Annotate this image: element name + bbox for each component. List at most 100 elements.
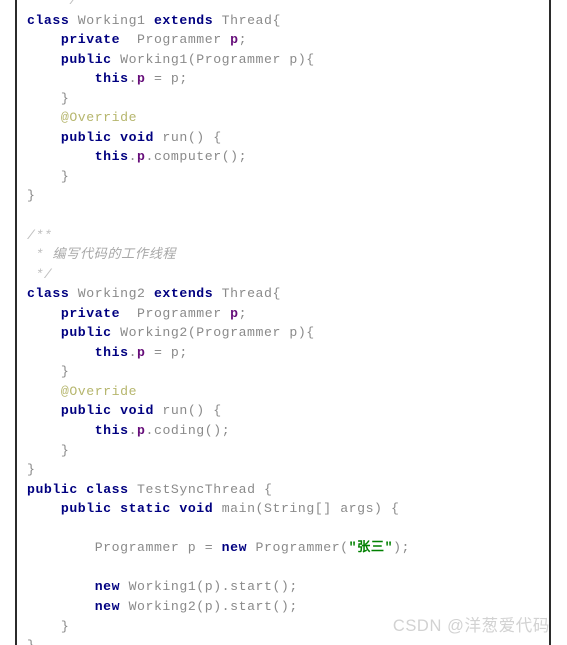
code-token-cmt: */ <box>27 266 53 282</box>
code-line: new Working1(p).start(); <box>17 577 549 597</box>
code-line: } <box>17 167 549 187</box>
code-token-plain: main(String[] args) { <box>213 501 400 517</box>
code-token-kw: new <box>221 540 248 556</box>
code-token-kw: public <box>27 129 112 145</box>
code-lines-container: */ class Working1 extends Thread{ private… <box>17 0 549 645</box>
code-token-kw: this <box>27 149 129 165</box>
code-token-kw: private <box>27 32 121 48</box>
code-line: private Programmer p; <box>17 30 549 50</box>
code-token-kw: class <box>27 286 70 302</box>
code-token-kw: extends <box>153 12 214 28</box>
code-line: Programmer p = new Programmer("张三"); <box>17 538 549 558</box>
code-token-plain: } <box>27 188 36 204</box>
code-token-plain: } <box>27 364 70 380</box>
code-token-kw: void <box>120 403 154 419</box>
code-token-fld: p <box>230 305 239 321</box>
code-token-kw: extends <box>153 286 214 302</box>
code-token-cmt: * <box>27 247 53 263</box>
code-token-kw: this <box>27 71 129 87</box>
code-token-kw: class <box>27 12 70 28</box>
code-line: class Working2 extends Thread{ <box>17 284 549 304</box>
code-line: public Working1(Programmer p){ <box>17 50 549 70</box>
code-token-plain: . <box>128 423 138 439</box>
code-token-fld: p <box>137 71 146 87</box>
code-block: */ class Working1 extends Thread{ private… <box>15 0 551 645</box>
code-line: } <box>17 441 549 461</box>
code-token-plain: = p; <box>145 344 188 360</box>
code-line: this.p.computer(); <box>17 147 549 167</box>
code-line: } <box>17 89 549 109</box>
code-line: } <box>17 186 549 206</box>
code-token-plain: Working1(Programmer p){ <box>111 51 315 67</box>
code-line: } <box>17 636 549 645</box>
code-line: public void run() { <box>17 401 549 421</box>
code-token-kw: this <box>27 344 129 360</box>
code-line: @Override <box>17 108 549 128</box>
code-token-plain: run() { <box>153 403 222 419</box>
code-token-kw: public <box>27 481 78 497</box>
code-token-fld: p <box>137 423 146 439</box>
code-line: /** <box>17 226 549 246</box>
code-token-plain: . <box>128 71 138 87</box>
code-line: * 编写代码的工作线程 <box>17 245 549 265</box>
code-token-kw: static <box>120 501 171 517</box>
code-token-kw: public <box>27 501 112 517</box>
code-token-plain: Thread{ <box>213 286 281 302</box>
code-token-plain: ); <box>393 540 410 556</box>
code-line: } <box>17 460 549 480</box>
code-token-kw: private <box>27 305 121 321</box>
code-token-plain: Programmer p = <box>27 540 222 556</box>
code-token-plain: ; <box>238 305 248 321</box>
code-token-plain: Working1 <box>69 12 154 28</box>
code-token-anno: @Override <box>27 383 138 399</box>
code-token-plain: .computer(); <box>145 149 248 165</box>
code-line: } <box>17 362 549 382</box>
csdn-watermark: CSDN @洋葱爱代码 <box>392 617 550 635</box>
code-token-kw: public <box>27 51 112 67</box>
code-token-plain: } <box>27 638 35 645</box>
code-token-plain: run() { <box>153 129 222 145</box>
code-token-plain: Working2 <box>69 286 154 302</box>
code-token-kw: public <box>27 403 112 419</box>
code-token-str: "张三" <box>348 540 394 556</box>
code-line: class Working1 extends Thread{ <box>17 11 549 31</box>
code-line: this.p = p; <box>17 69 549 89</box>
code-line: */ <box>17 0 549 11</box>
code-line: @Override <box>17 382 549 402</box>
code-line: public class TestSyncThread { <box>17 480 549 500</box>
code-line: */ <box>17 265 549 285</box>
code-token-plain: Thread{ <box>213 12 281 28</box>
code-token-plain: Working2(p).start(); <box>120 598 298 614</box>
code-token-plain: Working1(p).start(); <box>120 579 298 595</box>
code-line: private Programmer p; <box>17 304 549 324</box>
code-token-plain: . <box>128 149 138 165</box>
code-token-plain: . <box>128 344 138 360</box>
code-token-plain: .coding(); <box>145 423 231 439</box>
code-token-plain: } <box>27 442 70 458</box>
code-line: public void run() { <box>17 128 549 148</box>
code-token-plain: = p; <box>145 71 188 87</box>
code-token-kw: void <box>179 501 214 517</box>
code-token-plain: TestSyncThread { <box>128 481 273 497</box>
code-token-fld: p <box>137 149 146 165</box>
code-token-fld: p <box>137 344 146 360</box>
code-token-kw: void <box>120 129 154 145</box>
code-token-plain: Working2(Programmer p){ <box>111 325 315 341</box>
code-token-kw: new <box>27 598 121 614</box>
code-token-plain: } <box>27 618 70 634</box>
code-token-plain: ; <box>238 32 248 48</box>
code-token-fld: p <box>230 32 239 48</box>
code-token-cmt: /** <box>27 227 53 243</box>
code-token-plain: } <box>27 462 36 478</box>
code-line: this.p = p; <box>17 343 549 363</box>
code-token-kw: this <box>27 423 129 439</box>
code-line: public static void main(String[] args) { <box>17 499 549 519</box>
code-token-plain: Programmer <box>120 32 231 48</box>
